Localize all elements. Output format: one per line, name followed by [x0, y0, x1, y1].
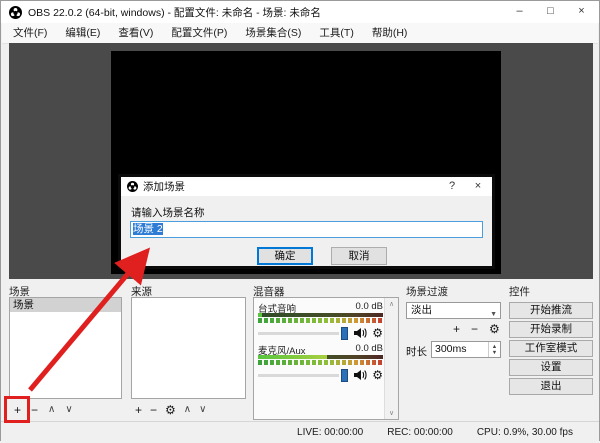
ok-button[interactable]: 确定 — [257, 247, 313, 265]
volume-meter — [258, 355, 383, 359]
sources-toolbar: + − ⚙ ∧ ∨ — [135, 401, 245, 419]
settings-button[interactable]: 设置 — [509, 359, 593, 376]
menu-item-file[interactable]: 文件(F) — [4, 24, 56, 43]
move-scene-up-icon[interactable]: ∧ — [48, 401, 55, 419]
move-scene-down-icon[interactable]: ∨ — [65, 401, 72, 419]
move-source-up-icon[interactable]: ∧ — [184, 401, 191, 419]
dialog-title: 添加场景 — [143, 179, 185, 194]
remove-source-icon[interactable]: − — [150, 401, 157, 419]
mixer-scrollbar[interactable]: ∧ ∨ — [384, 298, 398, 419]
duration-spinner[interactable]: 300ms ▲ ▼ — [431, 341, 501, 358]
start-recording-button[interactable]: 开始录制 — [509, 321, 593, 338]
window-title: OBS 22.0.2 (64-bit, windows) - 配置文件: 未命名… — [28, 5, 321, 20]
mixer-channel-desktop-audio: 台式音响 0.0 dB ⚙ — [258, 301, 383, 340]
move-source-down-icon[interactable]: ∨ — [199, 401, 206, 419]
selected-input-text: 场景 2 — [133, 223, 163, 235]
minimize-icon[interactable]: – — [504, 1, 535, 23]
help-icon[interactable]: ? — [440, 177, 464, 196]
channel-db-value: 0.0 dB — [356, 301, 383, 312]
menu-bar: 文件(F) 编辑(E) 查看(V) 配置文件(P) 场景集合(S) 工具(T) … — [2, 23, 598, 44]
rec-time-status: REC: 00:00:00 — [387, 427, 453, 438]
remove-scene-icon[interactable]: − — [31, 401, 38, 419]
channel-gear-icon[interactable]: ⚙ — [372, 326, 383, 340]
title-bar[interactable]: OBS 22.0.2 (64-bit, windows) - 配置文件: 未命名… — [1, 1, 599, 23]
menu-item-help[interactable]: 帮助(H) — [363, 24, 417, 43]
menu-item-profile[interactable]: 配置文件(P) — [162, 24, 236, 43]
add-transition-icon[interactable]: + — [453, 320, 460, 338]
menu-item-edit[interactable]: 编辑(E) — [56, 24, 109, 43]
duration-value: 300ms — [435, 343, 467, 355]
annotation-highlight-box — [4, 396, 30, 423]
sources-list[interactable] — [131, 297, 246, 399]
volume-meter — [258, 313, 383, 317]
transitions-panel-header: 场景过渡 — [406, 284, 448, 299]
channel-name: 麦克风/Aux — [258, 343, 306, 354]
cpu-fps-status: CPU: 0.9%, 30.00 fps — [477, 427, 573, 438]
mixer-channel-mic-aux: 麦克风/Aux 0.0 dB ⚙ — [258, 343, 383, 382]
obs-logo-icon — [9, 6, 22, 19]
menu-item-tools[interactable]: 工具(T) — [310, 24, 362, 43]
scroll-up-icon[interactable]: ∧ — [385, 300, 398, 308]
mixer-panel: 台式音响 0.0 dB ⚙ 麦克风/Aux 0.0 dB — [253, 297, 399, 420]
maximize-icon[interactable]: □ — [535, 1, 566, 23]
menu-item-scene-collection[interactable]: 场景集合(S) — [236, 24, 310, 43]
scenes-toolbar: + − ∧ ∨ — [14, 401, 122, 419]
obs-window: OBS 22.0.2 (64-bit, windows) - 配置文件: 未命名… — [0, 0, 600, 441]
transition-selected-value: 淡出 — [411, 304, 432, 316]
duration-label: 时长 — [406, 344, 427, 359]
meter-tick-scale — [258, 318, 383, 323]
spin-down-icon[interactable]: ▼ — [492, 350, 497, 356]
studio-mode-button[interactable]: 工作室模式 — [509, 340, 593, 357]
speaker-icon[interactable] — [353, 369, 367, 381]
remove-transition-icon[interactable]: − — [471, 320, 478, 338]
transition-gear-icon[interactable]: ⚙ — [489, 320, 500, 338]
scene-name-prompt: 请输入场景名称 — [131, 205, 205, 220]
start-streaming-button[interactable]: 开始推流 — [509, 302, 593, 319]
volume-slider-handle[interactable] — [341, 369, 348, 382]
live-time-status: LIVE: 00:00:00 — [297, 427, 363, 438]
status-bar: LIVE: 00:00:00 REC: 00:00:00 CPU: 0.9%, … — [1, 421, 599, 443]
cancel-button[interactable]: 取消 — [331, 247, 387, 265]
exit-button[interactable]: 退出 — [509, 378, 593, 395]
dialog-title-bar[interactable]: 添加场景 ? × — [121, 177, 492, 196]
transition-select[interactable]: 淡出 ▼ — [406, 302, 501, 319]
add-source-icon[interactable]: + — [135, 401, 142, 419]
obs-logo-icon — [127, 181, 138, 192]
scene-name-input[interactable]: 场景 2 — [130, 221, 483, 238]
scene-list-item[interactable]: 场景 — [10, 298, 121, 312]
volume-slider-track[interactable] — [258, 332, 339, 335]
channel-gear-icon[interactable]: ⚙ — [372, 368, 383, 382]
speaker-icon[interactable] — [353, 327, 367, 339]
meter-tick-scale — [258, 360, 383, 365]
transitions-toolbar: + − ⚙ — [453, 320, 500, 338]
volume-slider-track[interactable] — [258, 374, 339, 377]
source-properties-gear-icon[interactable]: ⚙ — [165, 401, 176, 419]
close-icon[interactable]: × — [466, 177, 490, 196]
close-icon[interactable]: × — [566, 1, 597, 23]
channel-db-value: 0.0 dB — [356, 343, 383, 354]
channel-name: 台式音响 — [258, 301, 296, 312]
menu-item-view[interactable]: 查看(V) — [109, 24, 162, 43]
volume-slider-handle[interactable] — [341, 327, 348, 340]
scenes-list[interactable]: 场景 — [9, 297, 122, 399]
scroll-down-icon[interactable]: ∨ — [385, 409, 398, 417]
add-scene-dialog: 添加场景 ? × 请输入场景名称 场景 2 确定 取消 — [118, 174, 495, 269]
controls-panel-header: 控件 — [509, 284, 530, 299]
